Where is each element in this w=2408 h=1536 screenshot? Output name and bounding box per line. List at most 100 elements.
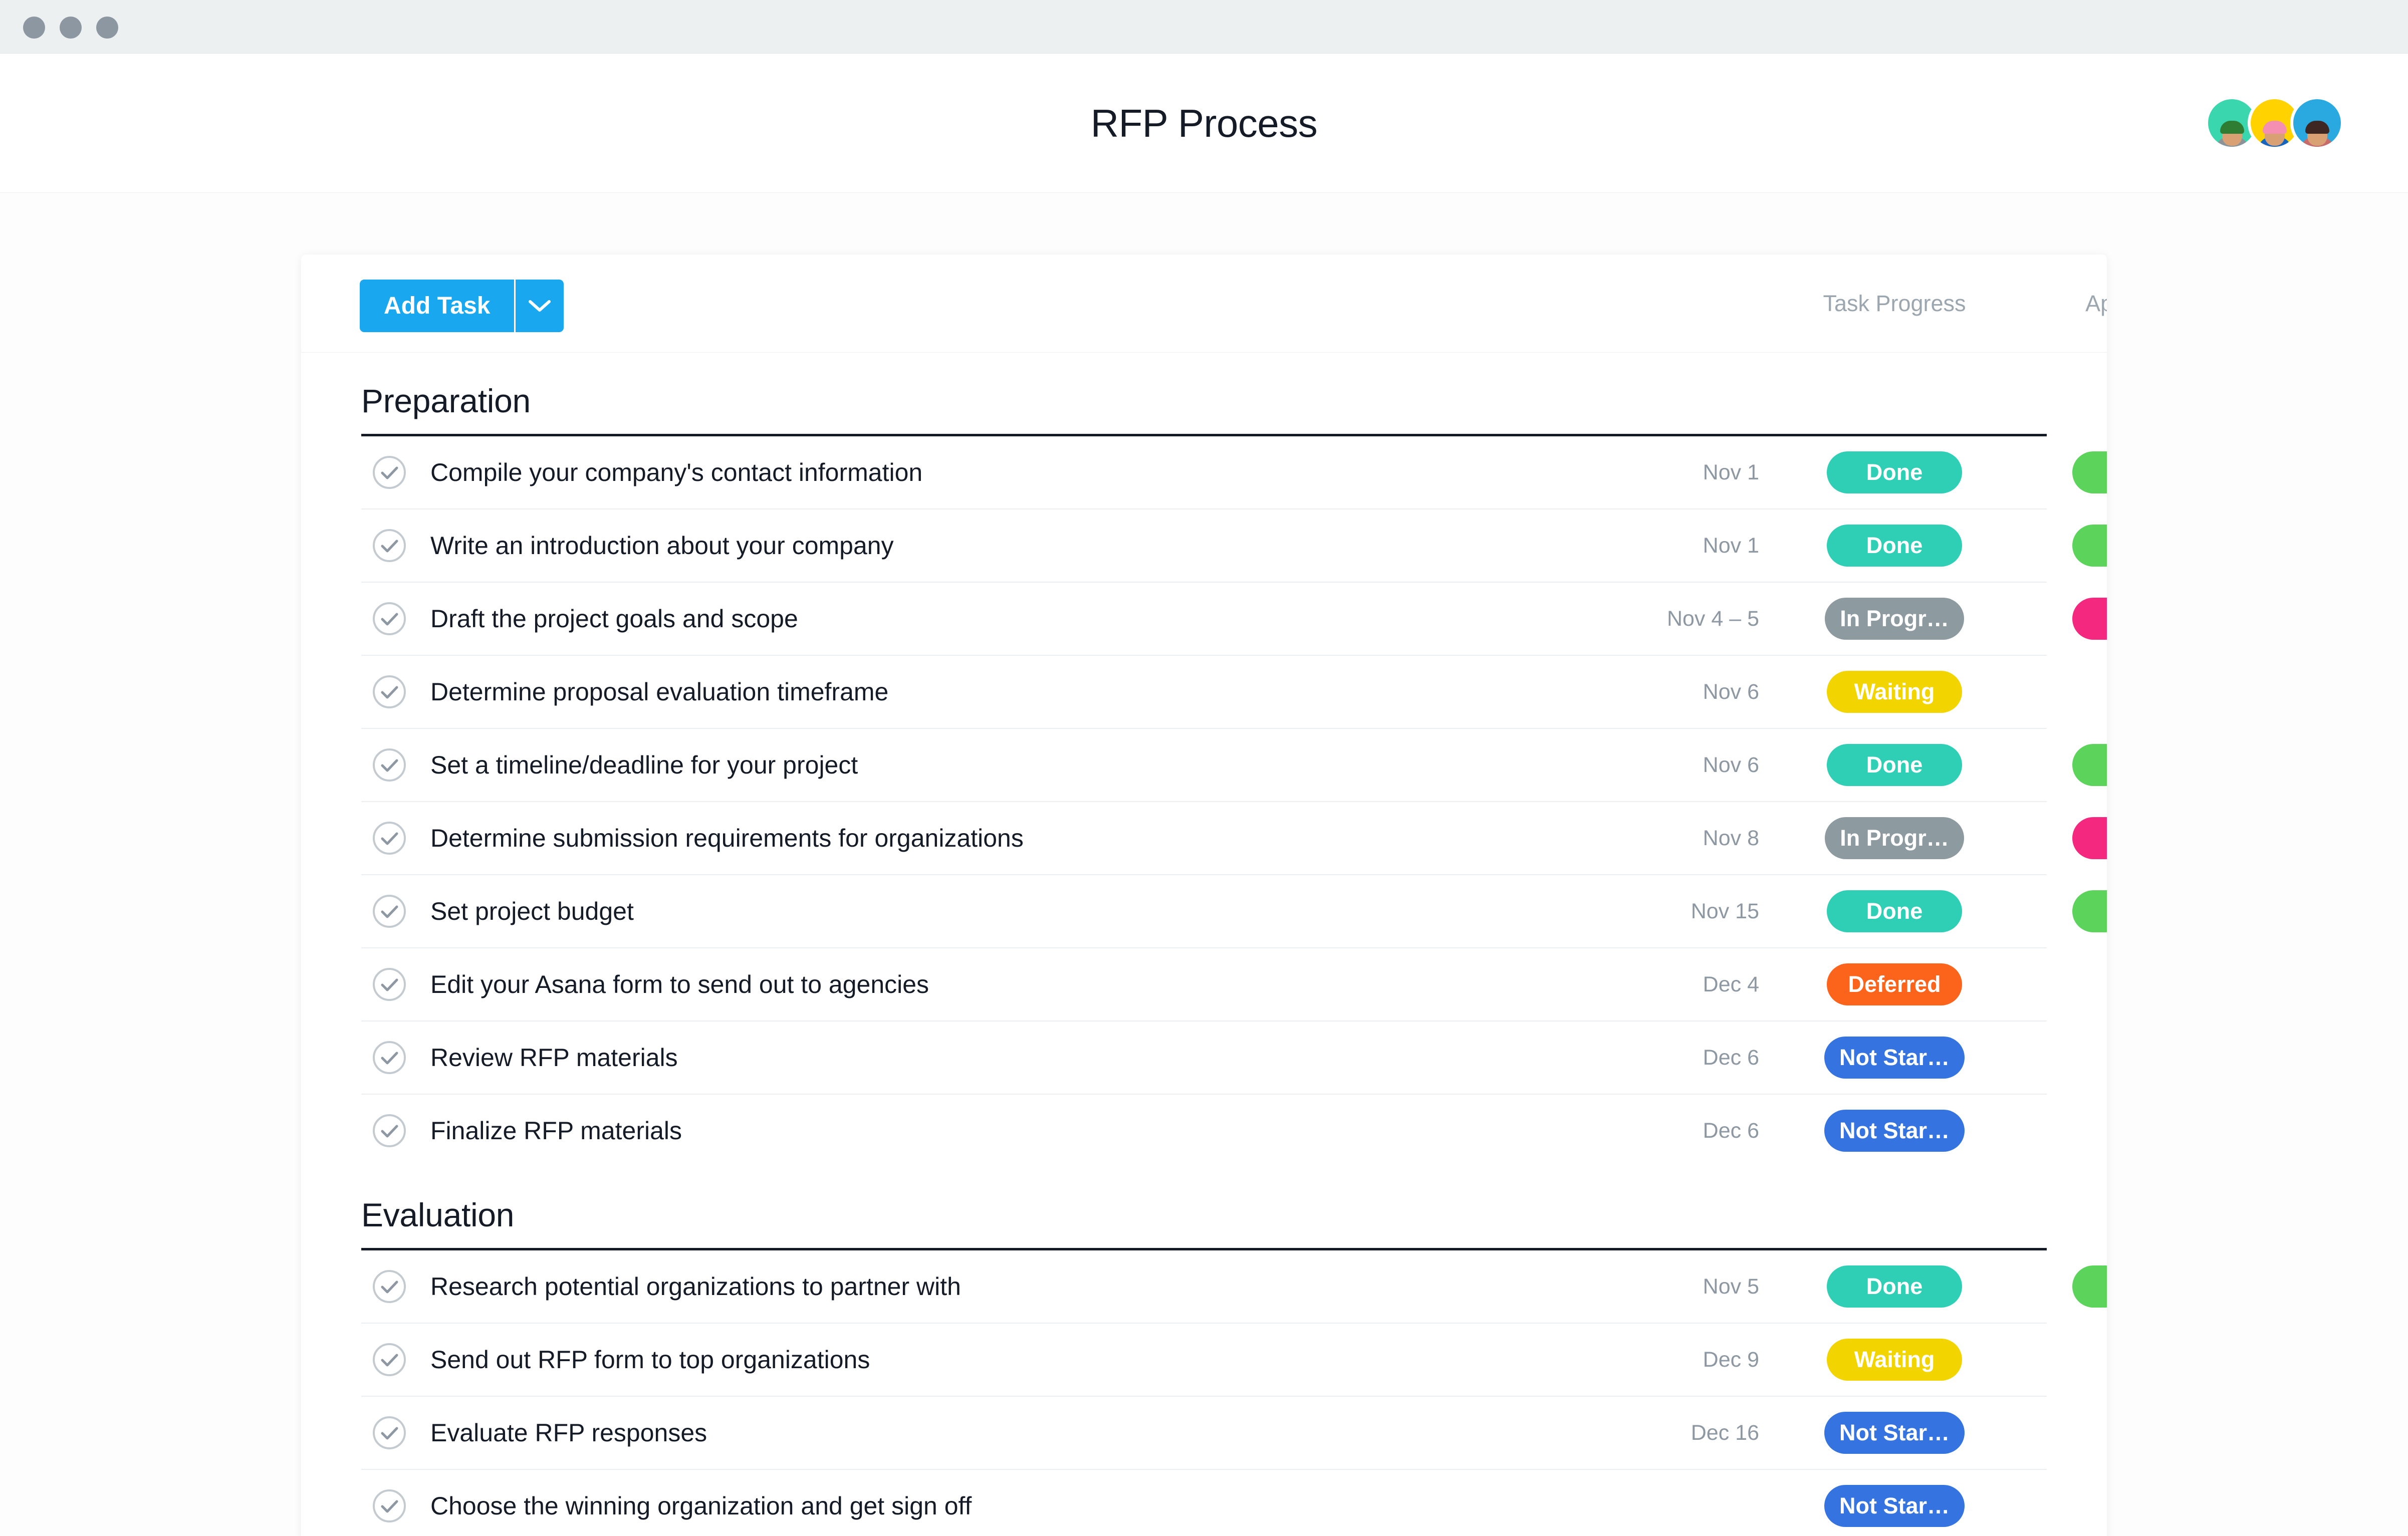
task-row[interactable]: Set a timeline/deadline for your project… (361, 729, 2107, 802)
check-circle-icon[interactable] (372, 967, 406, 1001)
task-row[interactable]: Review RFP materialsDec 6Not Star…— (361, 1021, 2047, 1095)
approved-cell[interactable]: No (2020, 817, 2107, 859)
add-task-split-button[interactable]: Add Task (360, 280, 564, 332)
approved-cell-empty[interactable]: — (2020, 1420, 2107, 1446)
avatar[interactable] (2290, 96, 2344, 150)
approved-cell[interactable]: Yes (2020, 1265, 2107, 1308)
status-badge[interactable]: No (2072, 817, 2107, 859)
approved-cell[interactable]: Yes (2020, 451, 2107, 493)
task-row[interactable]: Edit your Asana form to send out to agen… (361, 948, 2047, 1021)
approved-cell[interactable]: Yes (2020, 525, 2107, 567)
due-date[interactable]: Nov 5 (1594, 1274, 1759, 1299)
task-progress-cell[interactable]: Done (1769, 890, 2020, 932)
status-badge[interactable]: Yes (2072, 890, 2107, 932)
status-badge[interactable]: In Progr… (1825, 598, 1964, 640)
due-date[interactable]: Dec 9 (1594, 1348, 1759, 1372)
due-date[interactable]: Dec 16 (1594, 1421, 1759, 1445)
approved-cell-empty[interactable]: — (2020, 1045, 2107, 1071)
due-date[interactable]: Dec 6 (1594, 1119, 1759, 1143)
task-row[interactable]: Finalize RFP materialsDec 6Not Star…— (361, 1095, 2047, 1167)
task-name[interactable]: Edit your Asana form to send out to agen… (430, 970, 929, 999)
approved-cell[interactable]: Yes (2020, 744, 2107, 786)
status-badge[interactable]: No (2072, 598, 2107, 640)
task-progress-cell[interactable]: Deferred (1769, 963, 2020, 1005)
check-circle-icon[interactable] (372, 455, 406, 489)
member-avatar-group[interactable] (2205, 96, 2344, 150)
check-circle-icon[interactable] (372, 1114, 406, 1148)
status-badge[interactable]: Done (1827, 1265, 1962, 1308)
section-title[interactable]: Evaluation (361, 1167, 2047, 1250)
check-circle-icon[interactable] (372, 1416, 406, 1450)
task-progress-cell[interactable]: Waiting (1769, 1339, 2020, 1381)
status-badge[interactable]: Done (1827, 744, 1962, 786)
task-progress-cell[interactable]: Done (1769, 525, 2020, 567)
task-progress-cell[interactable]: Not Star… (1769, 1037, 2020, 1079)
approved-cell-empty[interactable]: — (2020, 1347, 2107, 1373)
task-name[interactable]: Determine proposal evaluation timeframe (430, 677, 888, 706)
task-name[interactable]: Write an introduction about your company (430, 531, 894, 560)
approved-cell-empty[interactable]: — (2020, 1118, 2107, 1144)
task-row[interactable]: Determine submission requirements for or… (361, 802, 2107, 875)
check-circle-icon[interactable] (372, 1269, 406, 1304)
task-name[interactable]: Send out RFP form to top organizations (430, 1345, 870, 1374)
section-title[interactable]: Preparation (361, 353, 2047, 436)
task-row[interactable]: Determine proposal evaluation timeframe N… (361, 656, 2047, 729)
approved-cell-empty[interactable]: — (2020, 679, 2107, 705)
status-badge[interactable]: Not Star… (1824, 1037, 1965, 1079)
due-date[interactable]: Nov 4 – 5 (1594, 607, 1759, 631)
approved-cell[interactable]: Yes (2020, 890, 2107, 932)
status-badge[interactable]: Waiting (1827, 1339, 1962, 1381)
check-circle-icon[interactable] (372, 675, 406, 709)
status-badge[interactable]: Not Star… (1824, 1485, 1965, 1527)
task-row[interactable]: Research potential organizations to part… (361, 1250, 2107, 1324)
due-date[interactable]: Nov 6 (1594, 753, 1759, 778)
approved-cell-empty[interactable]: — (2020, 1493, 2107, 1519)
task-name[interactable]: Compile your company's contact informati… (430, 458, 922, 487)
check-circle-icon[interactable] (372, 529, 406, 563)
due-date[interactable]: Dec 4 (1594, 972, 1759, 997)
status-badge[interactable]: Yes (2072, 525, 2107, 567)
task-name[interactable]: Determine submission requirements for or… (430, 824, 1024, 853)
zoom-window-button[interactable] (96, 17, 118, 39)
task-name[interactable]: Draft the project goals and scope (430, 604, 798, 633)
task-progress-cell[interactable]: Waiting (1769, 671, 2020, 713)
task-progress-cell[interactable]: Not Star… (1769, 1110, 2020, 1152)
task-progress-cell[interactable]: Not Star… (1769, 1412, 2020, 1454)
task-row[interactable]: Set project budget Nov 15 Done Yes (361, 875, 2107, 948)
status-badge[interactable]: Deferred (1827, 963, 1962, 1005)
check-circle-icon[interactable] (372, 1041, 406, 1075)
due-date[interactable]: Nov 6 (1594, 680, 1759, 704)
task-name[interactable]: Review RFP materials (430, 1043, 678, 1072)
approved-cell-empty[interactable]: — (2020, 971, 2107, 997)
column-header-approved[interactable]: Approved? (2020, 254, 2107, 352)
status-badge[interactable]: Done (1827, 451, 1962, 493)
task-progress-cell[interactable]: Done (1769, 744, 2020, 786)
task-progress-cell[interactable]: Done (1769, 451, 2020, 493)
due-date[interactable]: Nov 15 (1594, 899, 1759, 924)
status-badge[interactable]: Not Star… (1824, 1412, 1965, 1454)
check-circle-icon[interactable] (372, 821, 406, 855)
due-date[interactable]: Nov 8 (1594, 826, 1759, 851)
status-badge[interactable]: Done (1827, 890, 1962, 932)
task-progress-cell[interactable]: Not Star… (1769, 1485, 2020, 1527)
task-progress-cell[interactable]: In Progr… (1769, 598, 2020, 640)
minimize-window-button[interactable] (60, 17, 82, 39)
status-badge[interactable]: Waiting (1827, 671, 1962, 713)
task-row[interactable]: Write an introduction about your company… (361, 509, 2107, 583)
status-badge[interactable]: Done (1827, 525, 1962, 567)
task-progress-cell[interactable]: In Progr… (1769, 817, 2020, 859)
check-circle-icon[interactable] (372, 894, 406, 928)
column-header-task-progress[interactable]: Task Progress (1769, 254, 2020, 352)
task-row[interactable]: Draft the project goals and scope Nov 4 –… (361, 583, 2107, 656)
add-task-dropdown-button[interactable] (516, 280, 564, 332)
task-name[interactable]: Choose the winning organization and get … (430, 1491, 972, 1520)
task-name[interactable]: Set a timeline/deadline for your project (430, 750, 858, 780)
close-window-button[interactable] (23, 17, 45, 39)
check-circle-icon[interactable] (372, 602, 406, 636)
add-task-button[interactable]: Add Task (360, 280, 515, 332)
status-badge[interactable]: Yes (2072, 744, 2107, 786)
task-name[interactable]: Set project budget (430, 897, 634, 926)
check-circle-icon[interactable] (372, 1343, 406, 1377)
due-date[interactable]: Nov 1 (1594, 534, 1759, 558)
task-row[interactable]: Compile your company's contact informati… (361, 436, 2107, 509)
